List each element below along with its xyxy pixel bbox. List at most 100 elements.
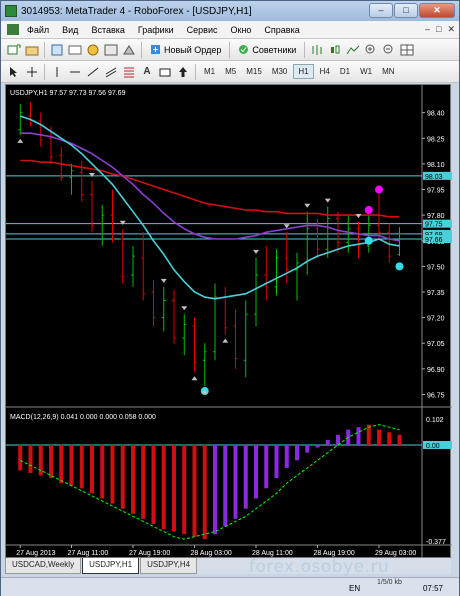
price-tick-label: 97.05: [427, 341, 445, 348]
macd-histogram-bar: [182, 444, 187, 535]
fibonacci-icon[interactable]: [121, 64, 137, 80]
market-watch-icon[interactable]: [49, 42, 65, 58]
cursor-icon[interactable]: [6, 64, 22, 80]
new-chart-icon[interactable]: [6, 42, 22, 58]
trendline-icon[interactable]: [85, 64, 101, 80]
expert-advisors-icon: [239, 45, 249, 54]
chart-window[interactable]: USDJPY,H1 97.57 97.73 97.56 97.69 98.40 9…: [5, 84, 452, 559]
label-tool-icon[interactable]: [157, 64, 173, 80]
timeframe-m5[interactable]: M5: [221, 65, 240, 78]
macd-histogram-bar: [172, 444, 176, 532]
navigator-icon[interactable]: [85, 42, 101, 58]
price-chart[interactable]: USDJPY,H1 97.57 97.73 97.56 97.69 98.40 9…: [6, 85, 452, 559]
expert-advisors-label: Советники: [252, 44, 297, 55]
timeframe-h4[interactable]: H4: [316, 65, 334, 78]
price-tick-label: 98.40: [427, 111, 445, 118]
toolbar-separator: [44, 41, 45, 58]
price-level-label: 98.03: [425, 174, 443, 181]
minimize-button[interactable]: –: [369, 3, 393, 18]
price-tick-label: 96.75: [427, 392, 445, 399]
close-button[interactable]: ✕: [419, 3, 455, 18]
macd-histogram-bar: [120, 444, 125, 509]
macd-histogram-bar: [213, 444, 217, 535]
menu-insert[interactable]: Вставка: [91, 25, 124, 35]
price-tick-label: 97.80: [427, 213, 445, 220]
fractal-arrow-down: [119, 220, 126, 225]
menu-tools[interactable]: Сервис: [187, 25, 218, 35]
line-chart-icon[interactable]: [345, 42, 361, 58]
title-bar[interactable]: 3014953: MetaTrader 4 - RoboForex - [USD…: [1, 1, 459, 21]
tab-usdjpy-h4[interactable]: USDJPY,H4: [140, 558, 198, 574]
macd-histogram-bar: [49, 444, 53, 479]
macd-histogram-bar: [141, 444, 146, 519]
menu-charts[interactable]: Графики: [138, 25, 174, 35]
fractal-arrow-down: [253, 249, 259, 254]
text-tool-icon[interactable]: A: [139, 64, 155, 80]
signal-dot-up: [375, 185, 383, 194]
toolbar-separator: [141, 41, 142, 58]
menu-help[interactable]: Справка: [264, 25, 299, 35]
chart-window-icon[interactable]: [7, 24, 19, 35]
horizontal-line-icon[interactable]: [67, 64, 83, 80]
zoom-in-icon[interactable]: [363, 42, 379, 58]
menu-file[interactable]: Файл: [27, 25, 49, 35]
macd-histogram-bar: [264, 444, 269, 489]
maximize-button[interactable]: □: [394, 3, 418, 18]
time-tick-label: 28 Aug 19:00: [314, 550, 355, 557]
new-order-label: Новый Ордер: [164, 44, 222, 55]
toolbar-separator: [44, 63, 45, 80]
arrows-icon[interactable]: [175, 64, 191, 80]
drawing-toolbar: A M1 M5 M15 M30 H1 H4 D1 W1 MN: [1, 61, 459, 83]
timeframe-mn[interactable]: MN: [378, 65, 398, 78]
timeframe-d1[interactable]: D1: [336, 65, 354, 78]
mdi-restore-button[interactable]: □: [436, 24, 441, 35]
timeframe-m15[interactable]: M15: [242, 65, 266, 78]
price-tick-label: 96.90: [427, 367, 445, 374]
terminal-icon[interactable]: [103, 42, 119, 58]
tab-usdcad-weekly[interactable]: USDCAD,Weekly: [5, 558, 82, 574]
chart-header: USDJPY,H1 97.57 97.73 97.56 97.69: [10, 90, 126, 97]
language-indicator[interactable]: EN: [349, 584, 360, 593]
expert-advisors-button[interactable]: Советники: [233, 41, 301, 59]
macd-histogram-bar: [397, 434, 402, 445]
macd-histogram-bar: [295, 444, 299, 461]
macd-histogram-bar: [100, 444, 105, 499]
mdi-minimize-button[interactable]: –: [425, 24, 430, 35]
tab-usdjpy-h1[interactable]: USDJPY,H1: [82, 558, 140, 574]
timeframe-m30[interactable]: M30: [268, 65, 292, 78]
macd-histogram-bar: [243, 444, 248, 509]
time-tick-label: 28 Aug 11:00: [252, 550, 293, 557]
macd-histogram-bar: [254, 444, 258, 499]
macd-histogram-bar: [110, 444, 115, 504]
data-window-icon[interactable]: [67, 42, 83, 58]
fractal-arrow-up: [222, 338, 229, 343]
bar-chart-icon[interactable]: [309, 42, 325, 58]
time-tick-label: 27 Aug 2013: [16, 550, 55, 557]
new-order-button[interactable]: Новый Ордер: [145, 41, 226, 59]
menu-window[interactable]: Окно: [231, 25, 252, 35]
fractal-arrow-down: [355, 213, 362, 218]
fractal-arrow-down: [304, 203, 311, 208]
profiles-icon[interactable]: [24, 42, 40, 58]
candlestick-chart-icon[interactable]: [327, 42, 343, 58]
price-tick-label: 97.95: [427, 188, 445, 195]
price-tick-label: 98.10: [427, 162, 445, 169]
macd-histogram-bar: [202, 444, 207, 540]
toolbar-separator: [195, 63, 196, 80]
menu-view[interactable]: Вид: [62, 25, 78, 35]
macd-histogram-bar: [161, 444, 166, 530]
macd-histogram-bar: [192, 444, 197, 537]
mdi-close-button[interactable]: ✕: [447, 24, 455, 35]
timeframe-w1[interactable]: W1: [356, 65, 376, 78]
channel-icon[interactable]: [103, 64, 119, 80]
timeframe-m1[interactable]: M1: [200, 65, 219, 78]
timeframe-h1[interactable]: H1: [293, 64, 314, 79]
zoom-out-icon[interactable]: [381, 42, 397, 58]
tile-windows-icon[interactable]: [399, 42, 415, 58]
macd-histogram-bar: [274, 444, 279, 479]
vertical-line-icon[interactable]: [49, 64, 65, 80]
tester-icon[interactable]: [121, 42, 137, 58]
time-tick-label: 27 Aug 11:00: [68, 550, 109, 557]
crosshair-icon[interactable]: [24, 64, 40, 80]
price-tick-label: 97.20: [427, 316, 445, 323]
